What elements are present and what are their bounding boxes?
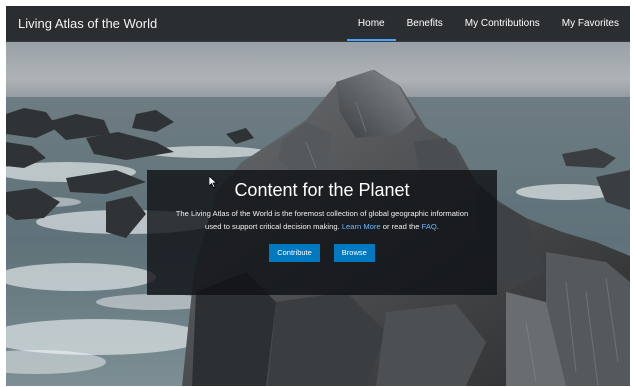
top-navigation-bar: Living Atlas of the World Home Benefits … bbox=[6, 6, 630, 42]
main-nav: Home Benefits My Contributions My Favori… bbox=[346, 6, 630, 41]
hero-overlay-panel: Content for the Planet The Living Atlas … bbox=[147, 170, 497, 295]
mouse-cursor-icon bbox=[209, 176, 217, 188]
description-end: . bbox=[436, 222, 439, 231]
hero-description: The Living Atlas of the World is the for… bbox=[172, 207, 472, 233]
nav-my-favorites[interactable]: My Favorites bbox=[551, 6, 630, 41]
nav-benefits[interactable]: Benefits bbox=[396, 6, 454, 41]
faq-link[interactable]: FAQ bbox=[422, 222, 437, 231]
hero-banner: Content for the Planet The Living Atlas … bbox=[6, 42, 630, 386]
nav-home[interactable]: Home bbox=[346, 6, 396, 41]
hero-title: Content for the Planet bbox=[234, 180, 410, 200]
description-text-read: or read the bbox=[382, 222, 420, 231]
page-frame: Living Atlas of the World Home Benefits … bbox=[6, 6, 630, 386]
hero-button-group: Contribute Browse bbox=[147, 244, 497, 262]
site-title[interactable]: Living Atlas of the World bbox=[18, 16, 157, 31]
nav-my-contributions[interactable]: My Contributions bbox=[454, 6, 551, 41]
contribute-button[interactable]: Contribute bbox=[269, 244, 320, 262]
browse-button[interactable]: Browse bbox=[333, 244, 375, 262]
learn-more-link[interactable]: Learn More bbox=[342, 222, 381, 231]
